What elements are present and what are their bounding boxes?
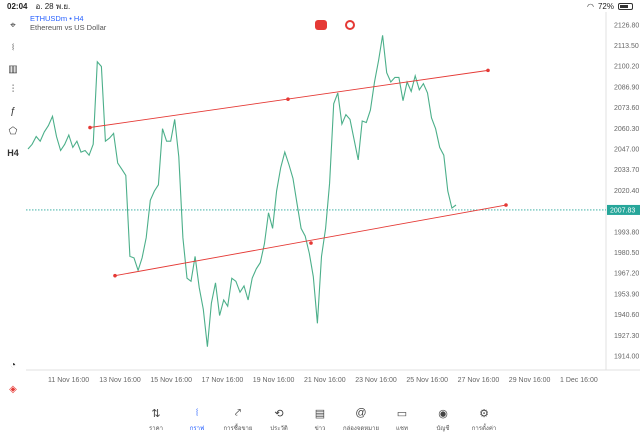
- trendline-anchor: [504, 203, 508, 207]
- nav-label: การตั้งค่า: [471, 426, 497, 432]
- candles-icon[interactable]: ⧙: [6, 40, 20, 54]
- nav-label: ข่าว: [314, 426, 326, 432]
- nav-label: กล่องจดหมาย: [342, 426, 380, 432]
- nav-quotes[interactable]: ⇅ ราคา: [136, 400, 177, 447]
- nav-settings[interactable]: ⚙ การตั้งค่า: [464, 400, 505, 447]
- y-tick-label: 2073.60: [614, 105, 639, 112]
- trade-icon: ⤤: [234, 406, 242, 419]
- wifi-icon: ◠: [587, 1, 594, 11]
- chart-area[interactable]: 2126.80 2113.50 2100.20 2086.90 2073.60 2060.…: [26, 12, 640, 397]
- price-chart[interactable]: 2126.80 2113.50 2100.20 2086.90 2073.60 2060.…: [26, 12, 640, 397]
- chat-icon: ▭: [396, 407, 408, 420]
- nav-chart[interactable]: ⧙ กราฟ: [177, 400, 218, 447]
- x-tick-label: 19 Nov 16:00: [253, 377, 295, 384]
- current-price-label: 2007.83: [610, 207, 635, 214]
- bottom-nav: ⇅ ราคา ⧙ กราฟ ⤤ การซื้อขาย ⟲ ประวัติ ▤ ข่าว @ กล่อง…: [0, 400, 640, 447]
- bars-icon[interactable]: ▥: [6, 62, 20, 76]
- x-tick-label: 15 Nov 16:00: [150, 377, 192, 384]
- trendline-anchor: [286, 97, 290, 101]
- x-tick-label: 29 Nov 16:00: [509, 377, 551, 384]
- trendline-anchor: [309, 241, 313, 245]
- y-tick-label: 2086.90: [614, 84, 639, 91]
- x-tick-label: 13 Nov 16:00: [99, 377, 141, 384]
- nav-label: บัญชี: [436, 426, 450, 432]
- function-icon[interactable]: ƒ: [6, 104, 20, 118]
- nav-trade[interactable]: ⤤ การซื้อขาย: [218, 400, 259, 447]
- timeframe-label[interactable]: H4: [6, 146, 20, 160]
- y-tick-label: 1980.50: [614, 250, 639, 257]
- y-tick-label: 1914.00: [614, 353, 639, 360]
- news-icon: ▤: [314, 407, 326, 420]
- x-tick-label: 1 Dec 16:00: [560, 377, 598, 384]
- y-tick-label: 1940.60: [614, 312, 639, 319]
- gear-icon: ⚙: [479, 407, 489, 420]
- nav-label: กราฟ: [189, 426, 205, 432]
- indicators-icon[interactable]: ⫶: [6, 82, 20, 96]
- nav-account[interactable]: ◉ บัญชี: [423, 400, 464, 447]
- y-tick-label: 2020.40: [614, 188, 639, 195]
- battery-percent: 72%: [597, 1, 614, 11]
- battery-icon: [618, 2, 633, 10]
- at-icon: @: [355, 407, 367, 419]
- nav-mailbox[interactable]: @ กล่องจดหมาย: [341, 400, 382, 447]
- y-tick-label: 1993.80: [614, 229, 639, 236]
- y-tick-label: 1927.30: [614, 333, 639, 340]
- nav-label: ประวัติ: [270, 426, 288, 432]
- x-tick-label: 25 Nov 16:00: [406, 377, 448, 384]
- x-tick-label: 11 Nov 16:00: [48, 377, 89, 384]
- x-tick-label: 23 Nov 16:00: [355, 377, 397, 384]
- y-tick-label: 1953.90: [614, 291, 639, 298]
- x-tick-label: 21 Nov 16:00: [304, 377, 346, 384]
- y-tick-label: 2033.70: [614, 167, 639, 174]
- crosshair-icon[interactable]: ⌖: [6, 18, 20, 32]
- trendline-anchor: [113, 273, 117, 278]
- trendline-anchor: [486, 68, 490, 73]
- price-line: [27, 35, 457, 347]
- zoom-icon[interactable]: ◔: [6, 358, 20, 372]
- logo-icon[interactable]: ◈: [6, 382, 20, 396]
- nav-chat[interactable]: ▭ แชท: [382, 400, 423, 447]
- status-date: อ. 28 พ.ย.: [35, 1, 71, 11]
- y-tick-label: 2113.50: [614, 43, 639, 50]
- account-icon: ◉: [438, 407, 448, 420]
- y-tick-label: 2060.30: [614, 126, 639, 133]
- x-tick-label: 17 Nov 16:00: [202, 377, 244, 384]
- nav-label: แชท: [396, 426, 408, 432]
- objects-icon[interactable]: ⬠: [6, 124, 20, 138]
- trendline-anchor: [88, 125, 92, 130]
- y-tick-label: 2126.80: [614, 22, 639, 29]
- nav-news[interactable]: ▤ ข่าว: [300, 400, 341, 447]
- trendline: [114, 204, 507, 277]
- nav-history[interactable]: ⟲ ประวัติ: [259, 400, 300, 447]
- history-icon: ⟲: [274, 407, 284, 420]
- status-bar: 02:04 อ. 28 พ.ย. ◠ 72%: [0, 0, 640, 12]
- left-toolbar: ⌖ ⧙ ▥ ⫶ ƒ ⬠ H4 ◔ ◈: [0, 12, 26, 397]
- y-tick-label: 1967.20: [614, 271, 639, 278]
- nav-label: ราคา: [149, 426, 163, 432]
- x-tick-label: 27 Nov 16:00: [458, 377, 500, 384]
- status-time: 02:04: [7, 1, 28, 11]
- quotes-icon: ⇅: [151, 407, 161, 420]
- y-tick-label: 2100.20: [614, 64, 639, 71]
- nav-label: การซื้อขาย: [223, 426, 253, 432]
- chart-icon: ⧙: [195, 406, 199, 419]
- y-tick-label: 2047.00: [614, 146, 639, 153]
